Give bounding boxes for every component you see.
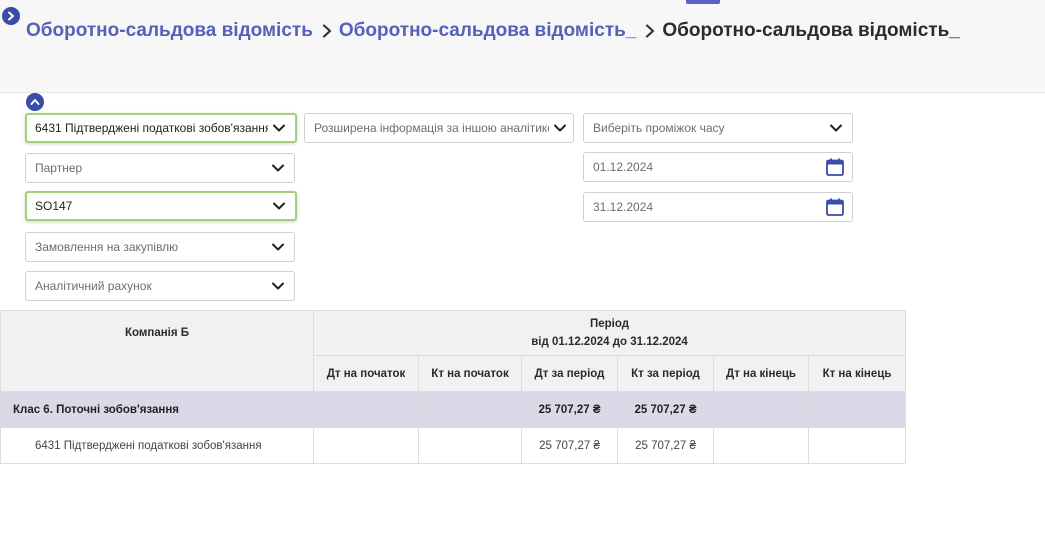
chevron-up-icon [30, 99, 40, 105]
chevron-down-icon [272, 243, 284, 251]
breadcrumb: Оборотно-сальдова відомість Оборотно-сал… [26, 20, 960, 42]
table-cell [713, 427, 809, 464]
chevron-down-icon [272, 164, 284, 172]
chevron-down-icon [273, 124, 285, 132]
chevron-right-icon [8, 11, 14, 21]
table-cell [313, 427, 419, 464]
breadcrumb-item-2[interactable]: Оборотно-сальдова відомість_ [339, 20, 636, 42]
table-row-account[interactable]: 6431 Підтверджені податкові зобов'язання… [0, 427, 906, 464]
table-cell [418, 427, 522, 464]
chevron-down-icon [554, 124, 566, 132]
document-select-value: SO147 [35, 199, 73, 213]
table-cell: 25 707,27 ₴ [617, 391, 714, 428]
breadcrumb-item-1[interactable]: Оборотно-сальдова відомість [26, 20, 313, 42]
column-header: Кт на початок [418, 355, 522, 392]
table-cell [418, 391, 522, 428]
date-from-value: 01.12.2024 [593, 160, 654, 174]
account-row-label: 6431 Підтверджені податкові зобов'язання [0, 427, 314, 464]
company-header: Компанія Б [0, 310, 314, 392]
extended-info-select[interactable]: Розширена інформація за іншою аналітико [304, 113, 574, 143]
table-cell: 25 707,27 ₴ [521, 391, 618, 428]
table-cell: 25 707,27 ₴ [617, 427, 714, 464]
active-tab-indicator [686, 0, 720, 4]
calendar-icon[interactable] [825, 197, 845, 217]
date-to-input[interactable]: 31.12.2024 [583, 192, 853, 222]
table-row-class[interactable]: Клас 6. Поточні зобов'язання 25 707,27 ₴… [0, 391, 906, 428]
table-cell [808, 427, 906, 464]
account-select-value: 6431 Підтверджені податкові зобов'язання [35, 121, 268, 135]
table-cell [713, 391, 809, 428]
period-title: Період [589, 318, 630, 330]
analytic-account-placeholder: Аналітичний рахунок [35, 279, 152, 293]
column-header: Дт на початок [313, 355, 419, 392]
account-select[interactable]: 6431 Підтверджені податкові зобов'язання [25, 113, 297, 143]
date-from-input[interactable]: 01.12.2024 [583, 152, 853, 182]
chevron-down-icon [273, 202, 285, 210]
chevron-right-icon [322, 24, 332, 38]
header-bar [0, 0, 1045, 93]
chevron-right-icon [646, 24, 655, 38]
table-cell [808, 391, 906, 428]
partner-placeholder: Партнер [35, 161, 83, 175]
date-to-value: 31.12.2024 [593, 200, 654, 214]
column-header: Кт за період [617, 355, 714, 392]
class-row-label: Клас 6. Поточні зобов'язання [0, 391, 314, 428]
collapse-filters-button[interactable] [26, 93, 44, 111]
analytic-account-select[interactable]: Аналітичний рахунок [25, 271, 295, 301]
chevron-down-icon [830, 124, 842, 132]
column-header: Дт за період [521, 355, 618, 392]
document-select[interactable]: SO147 [25, 191, 297, 221]
column-header: Кт на кінець [808, 355, 906, 392]
calendar-icon[interactable] [825, 157, 845, 177]
partner-select[interactable]: Партнер [25, 153, 295, 183]
extended-info-placeholder: Розширена інформація за іншою аналітико [314, 121, 549, 135]
period-placeholder: Виберіть проміжок часу [593, 121, 725, 135]
table-cell [313, 391, 419, 428]
column-header: Дт на кінець [713, 355, 809, 392]
expand-menu-button[interactable] [2, 7, 20, 25]
period-select[interactable]: Виберіть проміжок часу [583, 113, 853, 143]
purchase-order-select[interactable]: Замовлення на закупівлю [25, 232, 295, 262]
table-cell: 25 707,27 ₴ [521, 427, 618, 464]
chevron-down-icon [272, 282, 284, 290]
period-range: від 01.12.2024 до 31.12.2024 [531, 336, 688, 348]
period-header: Період від 01.12.2024 до 31.12.2024 [313, 310, 906, 356]
trial-balance-table: Компанія Б Період від 01.12.2024 до 31.1… [0, 310, 906, 464]
purchase-order-placeholder: Замовлення на закупівлю [35, 240, 179, 254]
breadcrumb-current: Оборотно-сальдова відомість_ [662, 20, 960, 41]
